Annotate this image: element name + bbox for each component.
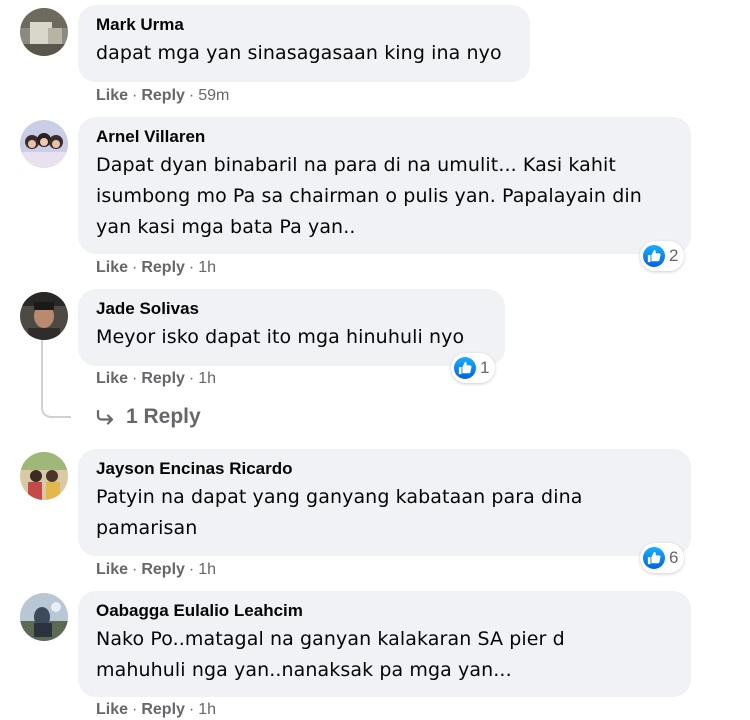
comment-bubble: Oabagga Eulalio Leahcim Nako Po..matagal… — [78, 591, 691, 697]
comment-text: dapat mga yan sinasagasaan king ina nyo — [96, 42, 502, 64]
separator: · — [132, 370, 138, 387]
comment-text-line: Patyin na dapat yang ganyang kabataan pa… — [96, 486, 583, 508]
comment-actions: Like · Reply · 1h — [96, 369, 216, 389]
reply-button[interactable]: Reply — [141, 700, 185, 720]
like-button[interactable]: Like — [96, 86, 128, 106]
comment-author[interactable]: Jayson Encinas Ricardo — [96, 459, 673, 479]
like-button[interactable]: Like — [96, 560, 128, 580]
comment-text-line: isumbong mo Pa sa chairman o pulis yan. … — [96, 185, 642, 207]
reply-arrow-icon — [96, 409, 116, 425]
reply-button[interactable]: Reply — [141, 560, 185, 580]
comment-bubble: Jade Solivas Meyor isko dapat ito mga hi… — [78, 289, 505, 366]
comment-author[interactable]: Mark Urma — [96, 15, 512, 35]
like-button[interactable]: Like — [96, 258, 128, 278]
avatar[interactable] — [20, 452, 68, 500]
reaction-count: 2 — [669, 246, 679, 265]
reply-button[interactable]: Reply — [141, 258, 185, 278]
comment-bubble: Arnel Villaren Dapat dyan binabaril na p… — [78, 117, 691, 254]
comment-timestamp[interactable]: 1h — [198, 369, 216, 389]
comment-timestamp[interactable]: 1h — [198, 258, 216, 278]
separator: · — [132, 561, 138, 578]
separator: · — [188, 561, 195, 578]
comment-author[interactable]: Arnel Villaren — [96, 127, 673, 147]
like-button[interactable]: Like — [96, 700, 128, 720]
thread-connector-line — [41, 340, 71, 418]
avatar[interactable] — [20, 120, 68, 168]
separator: · — [188, 701, 195, 718]
comment-text-line: mahuhuli nga yan..nanaksak pa mga yan... — [96, 659, 512, 681]
like-icon — [454, 357, 476, 379]
reaction-count: 1 — [480, 358, 490, 377]
comment-timestamp[interactable]: 1h — [198, 700, 216, 720]
avatar[interactable] — [20, 593, 68, 641]
separator: · — [188, 87, 195, 104]
reaction-badge[interactable]: 1 — [451, 353, 496, 383]
comment-author[interactable]: Oabagga Eulalio Leahcim — [96, 601, 673, 621]
comment-author[interactable]: Jade Solivas — [96, 299, 487, 319]
reply-button[interactable]: Reply — [141, 86, 185, 106]
comment-text-line: Nako Po..matagal na ganyan kalakaran SA … — [96, 628, 565, 650]
comment-actions: Like · Reply · 1h — [96, 700, 216, 720]
comment-text: Meyor isko dapat ito mga hinuhuli nyo — [96, 326, 465, 348]
like-icon — [643, 547, 665, 569]
separator: · — [132, 701, 138, 718]
separator: · — [188, 259, 195, 276]
reaction-badge[interactable]: 2 — [640, 241, 685, 271]
view-replies-label: 1 Reply — [126, 405, 201, 428]
separator: · — [188, 370, 195, 387]
comment-timestamp[interactable]: 1h — [198, 560, 216, 580]
view-replies-button[interactable]: 1 Reply — [96, 405, 201, 429]
avatar[interactable] — [20, 292, 68, 340]
avatar[interactable] — [20, 8, 68, 56]
comment-actions: Like · Reply · 1h — [96, 258, 216, 278]
reaction-badge[interactable]: 6 — [640, 543, 685, 573]
comment-timestamp[interactable]: 59m — [198, 86, 229, 106]
comment-actions: Like · Reply · 59m — [96, 86, 229, 106]
like-icon — [643, 245, 665, 267]
like-button[interactable]: Like — [96, 369, 128, 389]
comment-text-line: pamarisan — [96, 517, 198, 539]
reaction-count: 6 — [669, 548, 679, 567]
comment-bubble: Mark Urma dapat mga yan sinasagasaan kin… — [78, 5, 530, 82]
comment-bubble: Jayson Encinas Ricardo Patyin na dapat y… — [78, 449, 691, 556]
comment-text-line: yan kasi mga bata Pa yan.. — [96, 216, 356, 238]
comment-actions: Like · Reply · 1h — [96, 560, 216, 580]
separator: · — [132, 259, 138, 276]
reply-button[interactable]: Reply — [141, 369, 185, 389]
comment-text-line: Dapat dyan binabaril na para di na umuli… — [96, 154, 616, 176]
separator: · — [132, 87, 138, 104]
